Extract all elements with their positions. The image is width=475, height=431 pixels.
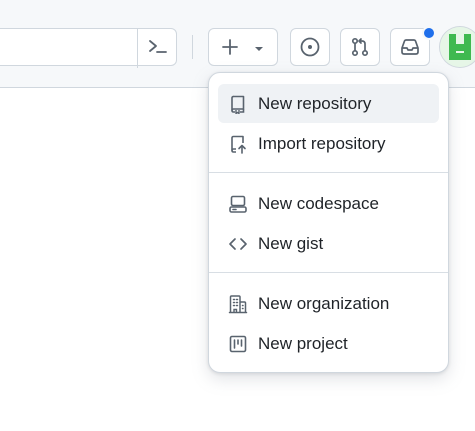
menu-item-label: New project (258, 334, 348, 353)
menu-item-new-repository[interactable]: New repository (218, 84, 439, 123)
triangle-down-icon (255, 47, 263, 51)
plus-icon (222, 39, 238, 55)
menu-divider (209, 172, 448, 173)
menu-item-import-repository[interactable]: Import repository (218, 124, 439, 163)
create-new-menu: New repository Import repository New cod… (208, 72, 449, 373)
identicon-image (440, 27, 475, 67)
inbox-icon (401, 39, 419, 55)
menu-item-label: New repository (258, 94, 372, 113)
issues-button[interactable] (290, 28, 330, 66)
menu-item-new-gist[interactable]: New gist (218, 224, 439, 263)
repo-push-icon (231, 135, 246, 154)
menu-item-label: New codespace (258, 194, 379, 213)
code-icon (229, 238, 247, 250)
menu-divider (209, 272, 448, 273)
command-palette-icon[interactable] (140, 29, 176, 65)
repo-icon (231, 95, 245, 114)
search-divider (137, 28, 138, 68)
git-pull-request-icon (351, 37, 369, 57)
organization-icon (228, 295, 248, 314)
issue-opened-icon (300, 37, 320, 57)
menu-item-label: Import repository (258, 134, 386, 153)
pull-requests-button[interactable] (340, 28, 380, 66)
notification-indicator (422, 26, 436, 40)
project-icon (229, 335, 247, 353)
header-divider (192, 35, 193, 59)
menu-item-label: New organization (258, 294, 390, 313)
menu-item-new-organization[interactable]: New organization (218, 284, 439, 323)
create-new-button[interactable] (208, 28, 278, 66)
menu-item-new-codespace[interactable]: New codespace (218, 184, 439, 223)
avatar[interactable] (440, 27, 475, 67)
codespaces-icon (229, 195, 247, 213)
menu-item-new-project[interactable]: New project (218, 324, 439, 363)
menu-item-label: New gist (258, 234, 324, 253)
